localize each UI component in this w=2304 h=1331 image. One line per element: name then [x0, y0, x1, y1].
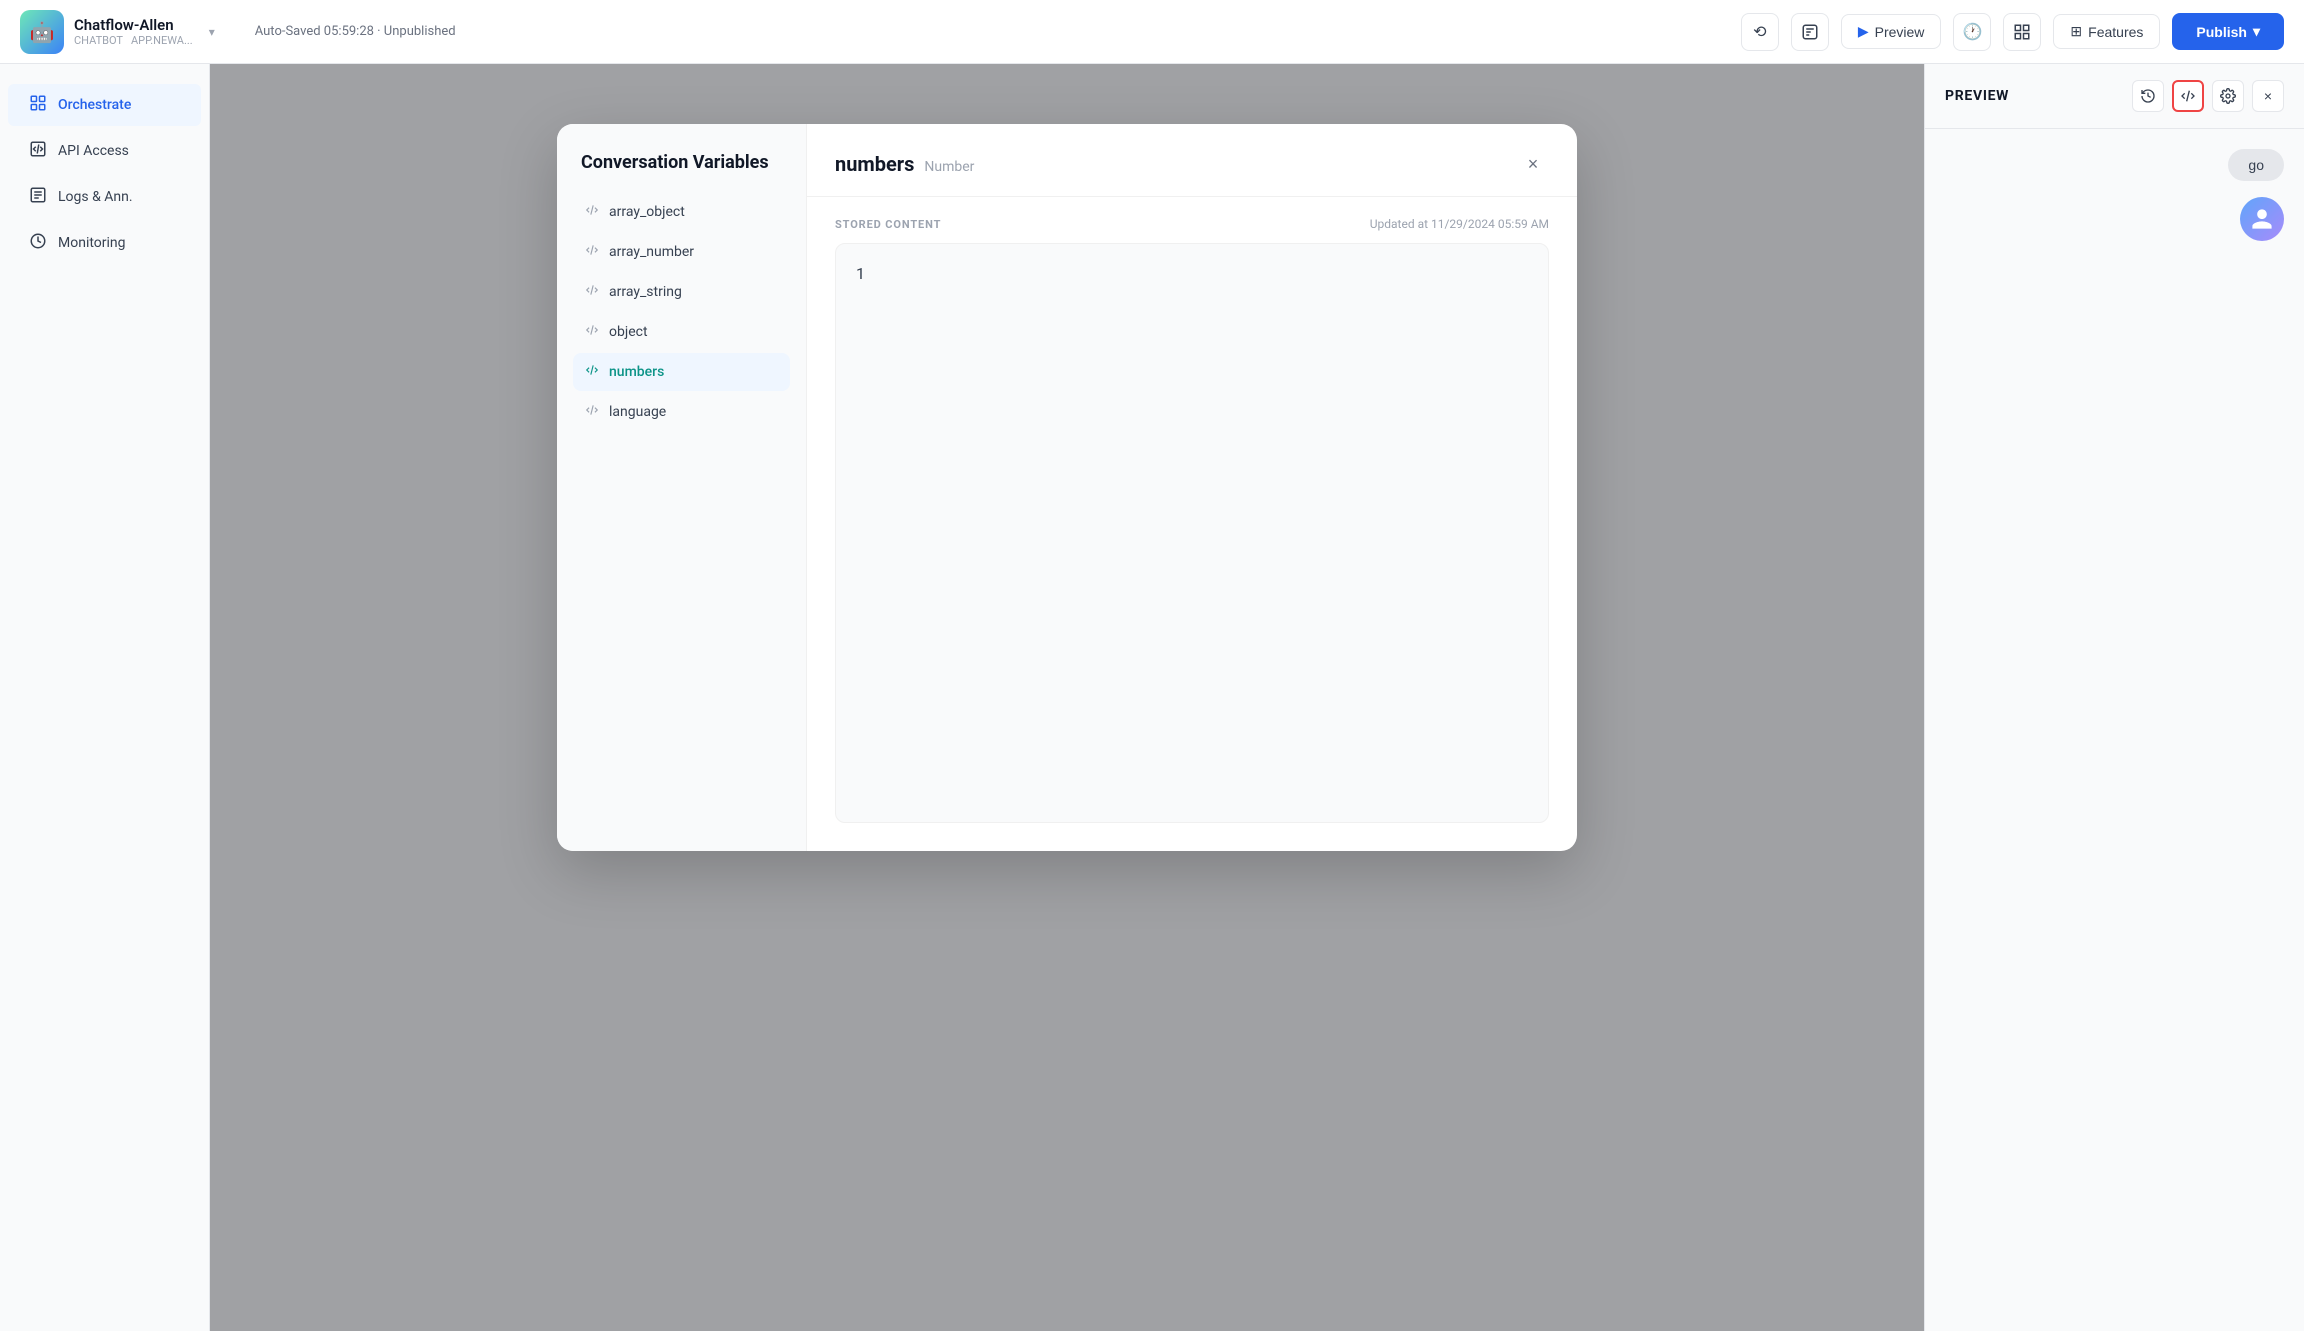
history-icon-button[interactable]: 🕐 [1953, 13, 1991, 51]
modal-var-name: numbers [835, 152, 914, 176]
chevron-down-icon: ▾ [2253, 23, 2260, 40]
sidebar-item-label: Logs & Ann. [58, 189, 133, 205]
variable-icon [585, 283, 599, 301]
app-name: Chatflow-Allen [74, 16, 193, 34]
modal-overlay[interactable]: Conversation Variables array_object [210, 64, 1924, 1331]
modal-nav-array-object[interactable]: array_object [573, 193, 790, 231]
stored-content-timestamp: Updated at 11/29/2024 05:59 AM [1370, 217, 1549, 231]
avatar [2240, 197, 2284, 241]
preview-body: go [1925, 129, 2304, 1331]
stored-value: 1 [856, 264, 865, 283]
autosave-status: Auto-Saved 05:59:28 · Unpublished [255, 24, 1741, 39]
sidebar: Orchestrate API Access Logs & Ann. [0, 64, 210, 1331]
modal-close-button[interactable]: × [1517, 148, 1549, 180]
publish-button[interactable]: Publish ▾ [2172, 13, 2284, 50]
variable-icon [585, 363, 599, 381]
modal-nav-object[interactable]: object [573, 313, 790, 351]
features-icon: ⊞ [2070, 23, 2082, 40]
modal-sidebar-title: Conversation Variables [573, 152, 790, 173]
app-logo[interactable]: 🤖 Chatflow-Allen CHATBOT APP.NEWA... ▾ [20, 10, 215, 54]
preview-panel: PREVIEW [1924, 64, 2304, 1331]
app-subtitle: CHATBOT APP.NEWA... [74, 34, 193, 47]
env-icon-button[interactable] [1791, 13, 1829, 51]
conversation-variables-modal: Conversation Variables array_object [557, 124, 1577, 851]
variable-icon [585, 323, 599, 341]
topbar: 🤖 Chatflow-Allen CHATBOT APP.NEWA... ▾ A… [0, 0, 2304, 64]
modal-content: numbers Number × STORED CONTENT Updated … [807, 124, 1577, 851]
sidebar-item-logs[interactable]: Logs & Ann. [8, 176, 201, 218]
stored-content-header: STORED CONTENT Updated at 11/29/2024 05:… [835, 217, 1549, 231]
stored-content-label: STORED CONTENT [835, 218, 941, 231]
preview-header-actions: × [2132, 80, 2284, 112]
sidebar-item-label: Monitoring [58, 235, 126, 251]
orchestrate-icon [28, 94, 48, 116]
app-icon: 🤖 [20, 10, 64, 54]
monitoring-icon [28, 232, 48, 254]
preview-history-button[interactable] [2132, 80, 2164, 112]
variable-icon [585, 243, 599, 261]
modal-header: numbers Number × [807, 124, 1577, 197]
chevron-down-icon: ▾ [209, 25, 215, 39]
play-icon: ▶ [1858, 23, 1869, 40]
main-layout: Orchestrate API Access Logs & Ann. [0, 64, 2304, 1331]
preview-variable-button[interactable] [2172, 80, 2204, 112]
preview-title: PREVIEW [1945, 88, 2009, 104]
sidebar-item-label: API Access [58, 143, 129, 159]
modal-title-group: numbers Number [835, 152, 974, 176]
modal-sidebar: Conversation Variables array_object [557, 124, 807, 851]
variable-icon [585, 403, 599, 421]
layout-icon-button[interactable] [2003, 13, 2041, 51]
logs-icon [28, 186, 48, 208]
variable-icon [585, 203, 599, 221]
modal-nav-array-string[interactable]: array_string [573, 273, 790, 311]
app-title-group: Chatflow-Allen CHATBOT APP.NEWA... [74, 16, 193, 47]
preview-button[interactable]: ▶ Preview [1841, 14, 1942, 49]
preview-close-button[interactable]: × [2252, 80, 2284, 112]
modal-nav-array-number[interactable]: array_number [573, 233, 790, 271]
sidebar-item-api-access[interactable]: API Access [8, 130, 201, 172]
api-icon [28, 140, 48, 162]
sidebar-item-orchestrate[interactable]: Orchestrate [8, 84, 201, 126]
topbar-actions: ⟲ ▶ Preview 🕐 ⊞ Features Publish ▾ [1741, 13, 2284, 51]
modal-nav-numbers[interactable]: numbers [573, 353, 790, 391]
preview-settings-button[interactable] [2212, 80, 2244, 112]
modal-body: STORED CONTENT Updated at 11/29/2024 05:… [807, 197, 1577, 851]
sidebar-item-label: Orchestrate [58, 97, 131, 113]
stored-content-area: 1 [835, 243, 1549, 823]
undo-icon-button[interactable]: ⟲ [1741, 13, 1779, 51]
modal-nav-language[interactable]: language [573, 393, 790, 431]
go-button[interactable]: go [2228, 149, 2284, 181]
features-button[interactable]: ⊞ Features [2053, 14, 2160, 49]
preview-header: PREVIEW [1925, 64, 2304, 129]
content-area: Conversation Variables array_object [210, 64, 1924, 1331]
sidebar-item-monitoring[interactable]: Monitoring [8, 222, 201, 264]
modal-var-type: Number [924, 159, 974, 175]
